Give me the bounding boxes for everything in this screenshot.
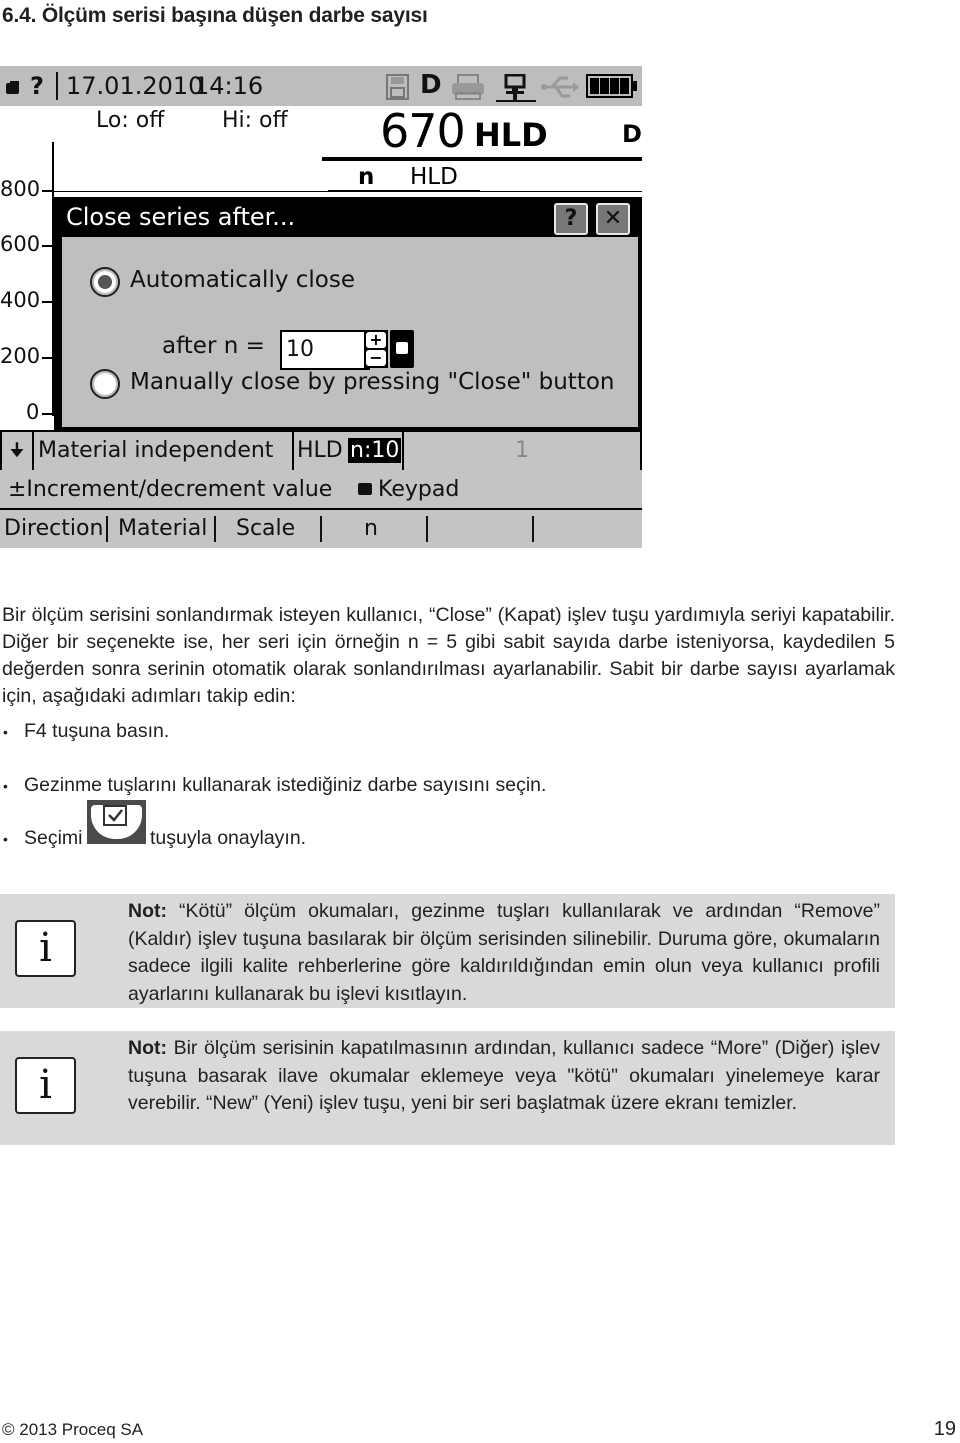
usb-icon [540, 74, 580, 104]
close-button[interactable]: ✕ [596, 203, 630, 235]
note-box: i Not: “Kötü” ölçüm okumaları, gezinme t… [0, 894, 895, 1008]
softkey-material[interactable]: Material [118, 510, 207, 548]
y-tick-label: 400 [0, 288, 41, 312]
manual-close-label: Manually close by pressing "Close" butto… [130, 369, 615, 395]
column-unit: HLD [410, 164, 458, 190]
status-date: 17.01.2010 [66, 72, 204, 100]
device-screenshot: ? 17.01.2010 14:16 D Lo: off Hi: off 670… [0, 66, 642, 548]
y-tick [42, 413, 52, 415]
scale-text: HLD [297, 438, 343, 463]
step-text-before: Seçimi [24, 827, 83, 849]
softkey-scale[interactable]: Scale [236, 510, 295, 548]
status-bar: ? 17.01.2010 14:16 D [0, 66, 642, 106]
close-series-dialog: Close series after... ? ✕ Automatically … [54, 197, 642, 430]
reading-probe: D [622, 120, 642, 148]
n-setting-text: n:10 [348, 438, 402, 463]
reading-count: 1 [404, 432, 642, 470]
bullet-icon: • [3, 724, 8, 740]
probe-d-icon: D [420, 70, 442, 100]
confirm-key-icon [87, 800, 146, 844]
copyright: © 2013 Proceq SA [2, 1420, 144, 1439]
increment-decrement-stepper[interactable]: + − [364, 330, 388, 368]
page-number: 19 [933, 1418, 956, 1440]
material-value: Material independent [34, 432, 294, 470]
y-tick [42, 190, 52, 192]
y-tick-label: 200 [0, 344, 41, 368]
y-tick [42, 357, 52, 359]
status-time: 14:16 [194, 72, 264, 100]
dialog-title: Close series after... [66, 203, 296, 231]
keypad-icon [396, 342, 408, 354]
radio-selected-dot [98, 275, 112, 289]
reading-unit: HLD [474, 116, 548, 154]
hint-row: ±Increment/decrement value Keypad [0, 470, 642, 510]
bullet-icon: • [3, 831, 8, 847]
after-n-label: after n = [162, 333, 265, 359]
hi-limit: Hi: off [222, 108, 288, 133]
softkey-bar: Direction Material Scale n [0, 510, 642, 548]
step-text: Gezinme tuşlarını kullanarak istediğiniz… [24, 774, 547, 796]
minus-icon[interactable]: − [366, 350, 386, 366]
note-body: Bir ölçüm serisinin kapatılmasının ardın… [128, 1037, 880, 1114]
note-box: i Not: Bir ölçüm serisinin kapatılmasını… [0, 1031, 895, 1145]
plus-icon[interactable]: + [366, 332, 386, 348]
note-text: Not: “Kötü” ölçüm okumaları, gezinme tuş… [128, 898, 880, 1008]
dialog-body: Automatically close after n = 10 + − Man… [62, 237, 638, 427]
reading-value: 670 [380, 104, 466, 158]
divider [322, 157, 642, 161]
y-tick-label: 600 [0, 232, 41, 256]
y-tick [42, 301, 52, 303]
auto-close-label: Automatically close [130, 267, 355, 293]
help-button[interactable]: ? [554, 203, 588, 235]
note-text: Not: Bir ölçüm serisinin kapatılmasının … [128, 1035, 880, 1118]
bullet-icon: • [3, 778, 8, 794]
softkey-n[interactable]: n [364, 510, 378, 548]
info-row: 🠋 Material independent HLD n:10 1 [0, 430, 642, 472]
y-tick [42, 245, 52, 247]
keypad-hint-icon [358, 483, 372, 495]
radio-auto-close[interactable] [90, 267, 120, 297]
radio-manual-close[interactable] [90, 369, 120, 399]
info-icon: i [15, 920, 76, 977]
direction-icon: 🠋 [0, 432, 34, 470]
help-glyph[interactable]: ? [30, 72, 44, 100]
note-body: “Kötü” ölçüm okumaları, gezinme tuşları … [128, 900, 880, 1005]
checkbox-icon [103, 805, 127, 826]
softkey-separator [320, 516, 322, 542]
memory-card-icon [386, 74, 410, 104]
softkey-separator [214, 516, 216, 542]
status-separator [56, 72, 58, 100]
increment-hint: ±Increment/decrement value [8, 477, 333, 502]
scale-value: HLD [294, 432, 350, 470]
lo-limit: Lo: off [96, 108, 165, 133]
intro-paragraph: Bir ölçüm serisini sonlandırmak isteyen … [2, 604, 895, 707]
chart-gridline [52, 191, 642, 192]
printer-icon [450, 74, 486, 104]
softkey-separator [532, 516, 534, 542]
note-label: Not: [128, 1037, 167, 1059]
info-icon: i [15, 1057, 76, 1114]
n-value-input[interactable]: 10 [280, 330, 370, 370]
section-heading: 6.4. Ölçüm serisi başına düşen darbe say… [2, 4, 428, 27]
y-tick-label: 800 [0, 177, 41, 201]
n-setting: n:10 [348, 432, 404, 470]
softkey-direction[interactable]: Direction [4, 510, 103, 548]
network-icon [496, 73, 536, 108]
keypad-hint: Keypad [378, 477, 460, 502]
keypad-icon [6, 80, 20, 99]
step-text: F4 tuşuna basın. [24, 720, 170, 742]
note-label: Not: [128, 900, 167, 922]
softkey-separator [426, 516, 428, 542]
keypad-button[interactable] [390, 330, 414, 368]
softkey-separator [106, 516, 108, 542]
column-n: n [358, 164, 375, 190]
step-text-after: tuşuyla onaylayın. [150, 827, 307, 849]
y-tick-label: 0 [26, 400, 40, 424]
battery-icon [586, 74, 638, 102]
